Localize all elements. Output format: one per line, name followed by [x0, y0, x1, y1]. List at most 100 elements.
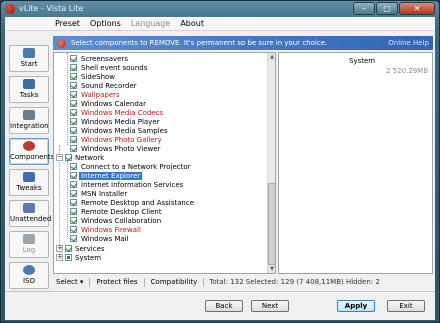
divider — [5, 291, 435, 292]
tree-checkbox[interactable] — [70, 163, 77, 170]
tree-checkbox[interactable] — [70, 190, 77, 197]
tree-item-label: Windows Media Samples — [81, 127, 168, 135]
tree-item-label: SideShow — [81, 73, 116, 81]
selection-stats: Total: 132 Selected: 129 (7 408,11MB) Hi… — [209, 278, 380, 286]
tree-item-label: Windows Collaboration — [81, 217, 162, 225]
tree-checkbox[interactable] — [70, 172, 77, 179]
scroll-up-arrow-icon[interactable]: ▲ — [268, 53, 275, 61]
tree-checkbox[interactable] — [70, 145, 77, 152]
compatibility-button[interactable]: Compatibility — [148, 278, 201, 286]
window-controls: – ▢ ✕ — [353, 2, 435, 15]
sidebar-item-label: Start — [20, 60, 38, 68]
tree-checkbox[interactable] — [70, 208, 77, 215]
iso-icon — [23, 265, 35, 275]
sidebar-item-components[interactable]: Components — [9, 138, 54, 165]
tree-checkbox[interactable] — [70, 100, 77, 107]
exit-button[interactable]: Exit — [387, 300, 425, 312]
tree-checkbox[interactable] — [70, 82, 77, 89]
tree-item-label: Internet Information Services — [81, 181, 184, 189]
sidebar-item-iso[interactable]: ISO — [9, 262, 49, 289]
tree-item-label: MSN Installer — [81, 190, 128, 198]
tree-connector — [59, 145, 60, 257]
tree-group-label: System — [75, 254, 102, 262]
tree-item-label: Windows Calendar — [81, 100, 146, 108]
menu-about[interactable]: About — [180, 19, 204, 28]
sidebar-item-log: Log — [9, 231, 49, 258]
tree-item-label: Windows Photo Viewer — [81, 145, 161, 153]
online-help-link[interactable]: Online Help — [388, 36, 429, 50]
tree-connector — [67, 53, 68, 145]
expand-toggle[interactable]: + — [56, 254, 63, 261]
tree-scrollbar[interactable]: ▲ ▼ — [267, 53, 275, 273]
tree-checkbox[interactable] — [70, 136, 77, 143]
tree-checkbox[interactable] — [70, 109, 77, 116]
back-button[interactable]: Back — [205, 300, 243, 312]
tree-item-label: Windows Mail — [81, 235, 129, 243]
tree-item-label: Connect to a Network Projector — [81, 163, 191, 171]
next-button[interactable]: Next — [251, 300, 289, 312]
scroll-thumb[interactable] — [268, 183, 275, 265]
tree-checkbox[interactable] — [70, 235, 77, 242]
tree-checkbox[interactable] — [70, 55, 77, 62]
tree-item-label: Windows Media Codecs — [81, 109, 164, 117]
tree-item-label: Windows Media Player — [81, 118, 160, 126]
menu-language: Language — [130, 19, 171, 28]
separator — [143, 277, 145, 287]
sidebar-item-label: Log — [22, 246, 36, 254]
tree-checkbox[interactable] — [70, 127, 77, 134]
protect-files-button[interactable]: Protect files — [93, 278, 140, 286]
log-icon — [23, 234, 35, 244]
window-title: vLite - Vista Lite — [19, 4, 84, 13]
maximize-button[interactable]: ▢ — [376, 2, 398, 15]
sidebar-item-start[interactable]: Start — [9, 45, 49, 72]
dropdown-arrow-icon: ▾ — [79, 278, 84, 286]
component-tree[interactable]: Screensavers Shell event sounds SideShow… — [53, 52, 276, 274]
tree-checkbox[interactable] — [70, 199, 77, 206]
sidebar-item-tweaks[interactable]: Tweaks — [9, 169, 49, 196]
sidebar-item-label: Tweaks — [16, 184, 42, 192]
client-area: Start Tasks Integration Components Tweak… — [5, 31, 435, 320]
sidebar-item-integration[interactable]: Integration — [9, 107, 49, 134]
components-icon — [23, 141, 35, 151]
minimize-button[interactable]: – — [353, 2, 375, 15]
tree-checkbox[interactable] — [70, 226, 77, 233]
menu-options[interactable]: Options — [90, 19, 121, 28]
menu-preset[interactable]: Preset — [55, 19, 80, 28]
tree-checkbox[interactable] — [70, 64, 77, 71]
tree-checkbox[interactable] — [70, 181, 77, 188]
tree-checkbox[interactable] — [70, 91, 77, 98]
tree-item-label: Remote Desktop and Assistance — [81, 199, 195, 207]
tree-group-label: Services — [75, 245, 105, 253]
sidebar-item-label: Unattended — [10, 215, 52, 223]
tree-checkbox[interactable] — [70, 118, 77, 125]
tree-checkbox[interactable] — [70, 73, 77, 80]
tree-item-label: Internet Explorer — [79, 172, 143, 180]
start-icon — [23, 48, 35, 58]
title-bar[interactable]: vLite - Vista Lite – ▢ ✕ — [1, 1, 439, 17]
expand-toggle[interactable]: + — [56, 245, 63, 252]
collapse-toggle[interactable]: − — [56, 154, 63, 161]
close-button[interactable]: ✕ — [399, 2, 435, 15]
info-panel: System 2 520,29MB — [278, 52, 433, 274]
tree-item-label: Sound Recorder — [81, 82, 137, 90]
tweaks-icon — [23, 172, 35, 182]
tree-group-label: Network — [75, 154, 105, 162]
integration-icon — [23, 110, 35, 120]
select-dropdown[interactable]: Select ▾ — [53, 278, 86, 286]
tree-checkbox[interactable] — [65, 254, 72, 261]
scroll-down-arrow-icon[interactable]: ▼ — [268, 265, 275, 273]
info-title: System — [349, 57, 376, 65]
sidebar-item-unattended[interactable]: Unattended — [9, 200, 52, 227]
tree-checkbox[interactable] — [65, 245, 72, 252]
tree-item-label: Wallpapers — [81, 91, 120, 99]
tasks-icon — [23, 79, 35, 89]
sidebar: Start Tasks Integration Components Tweak… — [7, 43, 54, 293]
tree-checkbox[interactable] — [65, 154, 72, 161]
apply-button[interactable]: Apply — [337, 300, 375, 312]
tree-checkbox[interactable] — [70, 217, 77, 224]
sidebar-item-tasks[interactable]: Tasks — [9, 76, 49, 103]
sidebar-item-label: Integration — [10, 122, 49, 130]
tree-item-label: Screensavers — [81, 55, 128, 63]
menu-bar: Preset Options Language About — [5, 17, 435, 31]
status-bar: Select ▾ Protect files Compatibility Tot… — [53, 276, 433, 288]
